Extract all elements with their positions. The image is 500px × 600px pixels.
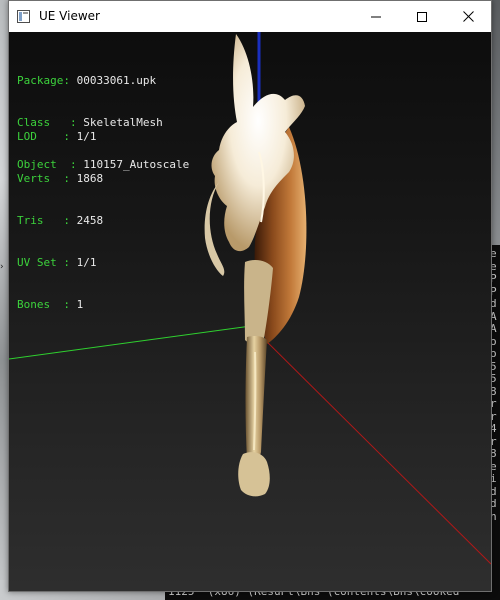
- lod-label: LOD: [17, 130, 37, 143]
- minimize-button[interactable]: [353, 1, 399, 32]
- axe-skeletal-mesh: [204, 34, 307, 497]
- desktop-left-strip: [0, 0, 8, 600]
- lod-row: LOD : 1/1: [17, 130, 103, 144]
- tris-label: Tris: [17, 214, 44, 227]
- mesh-stats-panel: LOD : 1/1 Verts : 1868 Tris : 2458 UV Se…: [17, 102, 103, 340]
- bones-separator: :: [50, 298, 77, 311]
- bones-label: Bones: [17, 298, 51, 311]
- app-window-icon: [17, 10, 30, 23]
- uv-set-separator: :: [56, 256, 77, 269]
- 3d-viewport[interactable]: Package: 00033061.upk Class : SkeletalMe…: [9, 32, 491, 591]
- lod-value: 1/1: [76, 130, 97, 143]
- tris-row: Tris : 2458: [17, 214, 103, 228]
- titlebar[interactable]: UE Viewer: [9, 1, 491, 32]
- ue-viewer-window[interactable]: UE Viewer Package: 00033061.upk Class: …: [8, 0, 492, 592]
- minimize-icon: [371, 16, 381, 17]
- close-button[interactable]: [445, 1, 491, 32]
- package-separator: :: [63, 74, 77, 87]
- resize-arrow-icon: ›: [0, 262, 4, 272]
- package-label: Package: [17, 74, 64, 87]
- maximize-button[interactable]: [399, 1, 445, 32]
- maximize-icon: [417, 11, 427, 22]
- bones-row: Bones : 1: [17, 298, 103, 312]
- lod-separator: :: [36, 130, 77, 143]
- verts-label: Verts: [17, 172, 51, 185]
- tris-value: 2458: [76, 214, 104, 227]
- uv-set-label: UV Set: [17, 256, 57, 269]
- uv-set-row: UV Set : 1/1: [17, 256, 103, 270]
- verts-value: 1868: [76, 172, 104, 185]
- bones-value: 1: [76, 298, 84, 311]
- package-row: Package: 00033061.upk: [17, 74, 189, 88]
- tris-separator: :: [43, 214, 77, 227]
- desktop-background: › eePPdAAoo558rr4r8eiddn 1125' (x86) (Re…: [0, 0, 500, 600]
- x-axis-line: [250, 325, 491, 565]
- verts-separator: :: [50, 172, 77, 185]
- window-title: UE Viewer: [39, 9, 100, 23]
- uv-set-value: 1/1: [76, 256, 97, 269]
- close-icon: [462, 11, 474, 22]
- verts-row: Verts : 1868: [17, 172, 103, 186]
- package-value: 00033061.upk: [76, 74, 157, 87]
